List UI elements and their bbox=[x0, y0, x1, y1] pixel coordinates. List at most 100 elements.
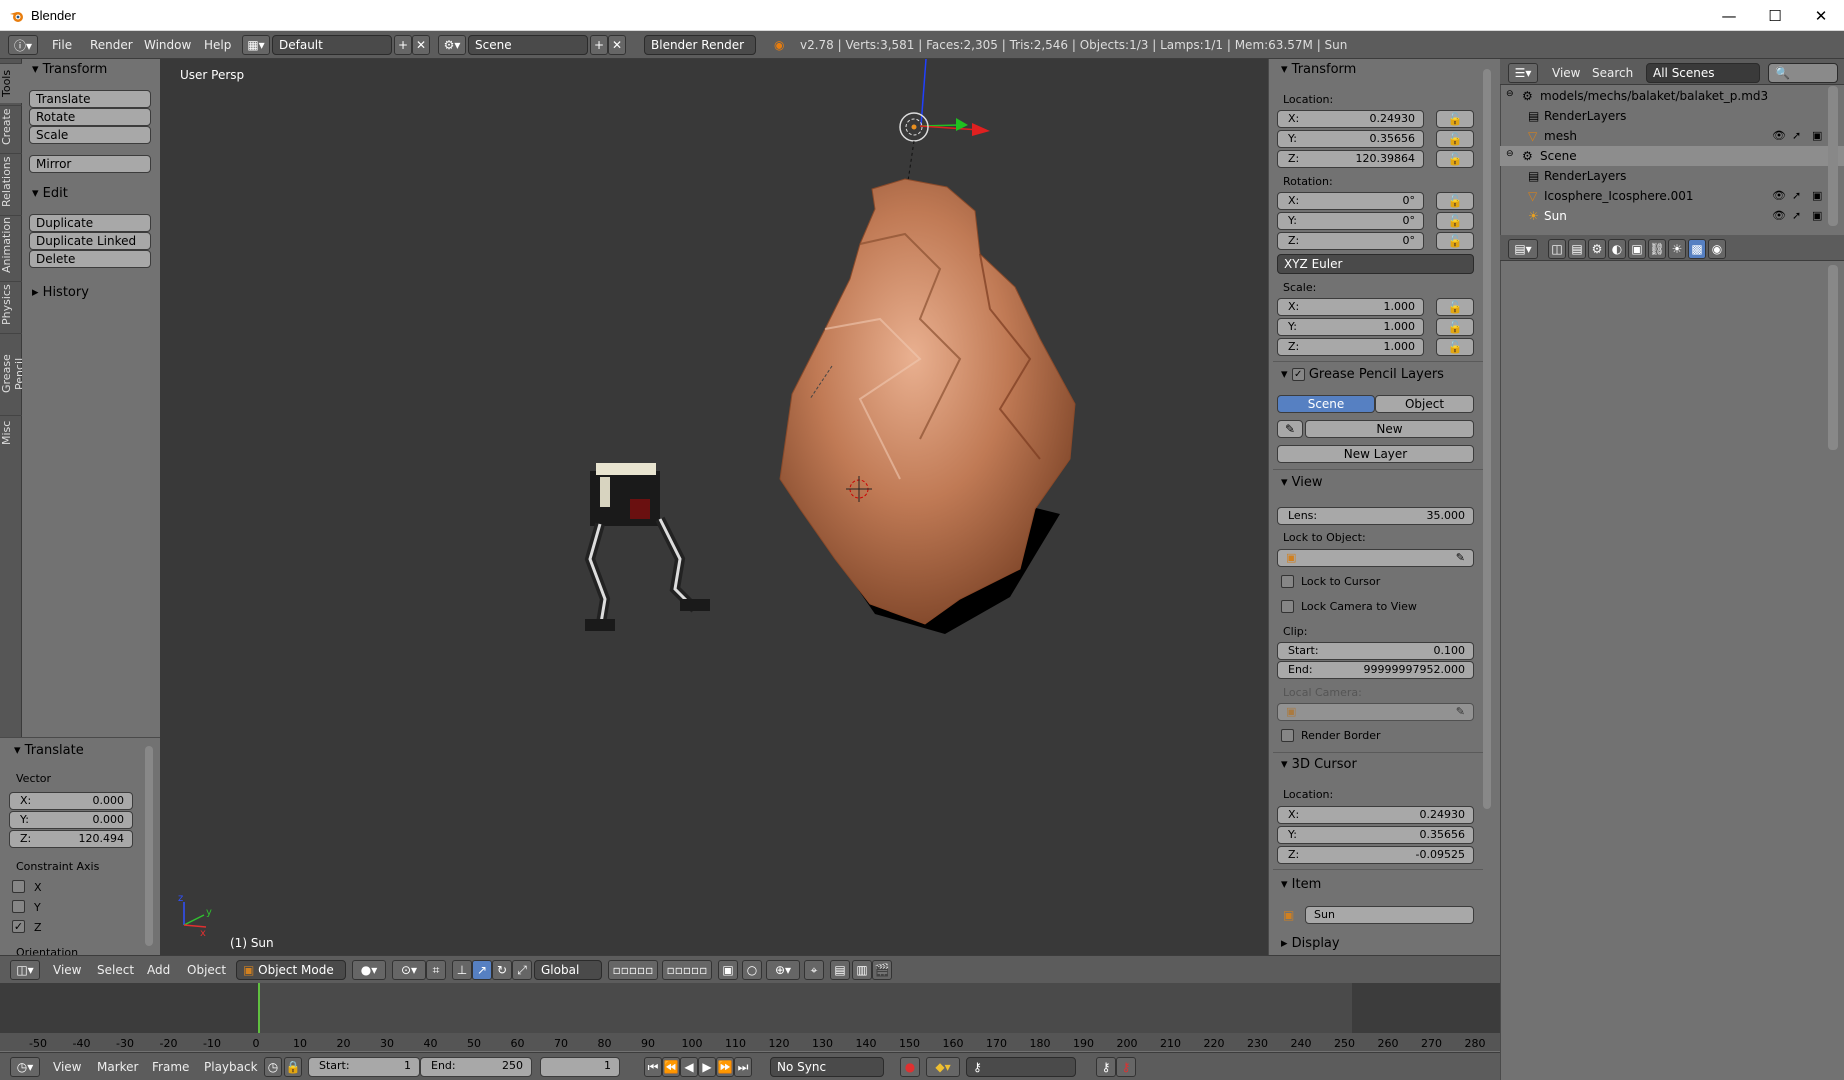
lock-location-z-icon[interactable]: 🔓 bbox=[1436, 150, 1474, 168]
render-engine-dropdown[interactable]: Blender Render bbox=[644, 35, 756, 55]
lock-camera-checkbox[interactable] bbox=[1281, 600, 1294, 613]
menu-object[interactable]: Object bbox=[187, 963, 226, 977]
transform-panel-header[interactable]: ▾ Transform bbox=[32, 62, 107, 77]
editor-type-info-icon[interactable]: ⓘ▾ bbox=[8, 35, 38, 55]
constraints-tab-icon[interactable]: ⛓ bbox=[1648, 239, 1666, 259]
lock-scale-y-icon[interactable]: 🔓 bbox=[1436, 318, 1474, 336]
keying-set-field[interactable]: ⚷ bbox=[966, 1057, 1076, 1077]
outliner-scrollbar[interactable] bbox=[1828, 86, 1838, 226]
view-panel-header[interactable]: ▾ View bbox=[1281, 475, 1323, 490]
mirror-button[interactable]: Mirror bbox=[29, 155, 151, 173]
sync-mode-dropdown[interactable]: No Sync bbox=[770, 1057, 884, 1077]
duplicate-button[interactable]: Duplicate bbox=[29, 214, 151, 232]
mode-dropdown[interactable]: ▣ Object Mode bbox=[236, 960, 346, 980]
location-z-field[interactable]: Z: 120.39864 bbox=[1277, 150, 1424, 168]
lock-rotation-z-icon[interactable]: 🔓 bbox=[1436, 232, 1474, 250]
scene-field[interactable]: Scene bbox=[468, 35, 588, 55]
outliner-row-renderlayers[interactable]: ▤ RenderLayers bbox=[1500, 106, 1844, 126]
gp-pencil-icon[interactable]: ✎ bbox=[1277, 420, 1303, 438]
cursor-z-field[interactable]: Z: -0.09525 bbox=[1277, 846, 1474, 864]
insert-keyframe-icon[interactable]: ⚷ bbox=[1096, 1057, 1116, 1077]
menu-add[interactable]: Add bbox=[147, 963, 170, 977]
screen-layout-icon[interactable]: ▦▾ bbox=[242, 35, 270, 55]
timeline-menu-view[interactable]: View bbox=[53, 1060, 81, 1074]
rotate-button[interactable]: Rotate bbox=[29, 108, 151, 126]
keying-set-icon[interactable]: ◆▾ bbox=[926, 1057, 960, 1077]
outliner-view-menu[interactable]: View bbox=[1552, 66, 1580, 80]
translate-manipulator-icon[interactable]: ↗ bbox=[472, 960, 492, 980]
properties-scrollbar[interactable] bbox=[1828, 265, 1838, 450]
outliner-row-scene[interactable]: ⊖ ⚙ Scene bbox=[1500, 146, 1844, 166]
lock-location-x-icon[interactable]: 🔓 bbox=[1436, 110, 1474, 128]
outliner-search-input[interactable]: 🔍 bbox=[1768, 63, 1838, 83]
lock-layers-icon[interactable]: ▣ bbox=[718, 960, 738, 980]
local-camera-field[interactable]: ▣ ✎ bbox=[1277, 703, 1474, 721]
next-keyframe-icon[interactable]: ⏩ bbox=[716, 1057, 734, 1077]
jump-end-icon[interactable]: ⏭ bbox=[734, 1057, 752, 1077]
tab-relations[interactable]: Relations bbox=[0, 153, 22, 213]
menu-file[interactable]: File bbox=[52, 38, 72, 52]
operator-scrollbar[interactable] bbox=[145, 746, 153, 946]
lens-field[interactable]: Lens: 35.000 bbox=[1277, 507, 1474, 525]
tab-misc[interactable]: Misc bbox=[0, 415, 22, 451]
constraint-x-checkbox[interactable] bbox=[12, 880, 25, 893]
world-tab-icon[interactable]: ◐ bbox=[1608, 239, 1626, 259]
menu-help[interactable]: Help bbox=[204, 38, 231, 52]
lock-object-field[interactable]: ▣ ✎ bbox=[1277, 549, 1474, 567]
lock-scale-x-icon[interactable]: 🔓 bbox=[1436, 298, 1474, 316]
frame-start-field[interactable]: Start: 1 bbox=[308, 1057, 420, 1077]
jump-start-icon[interactable]: ⏮ bbox=[644, 1057, 662, 1077]
lock-location-y-icon[interactable]: 🔓 bbox=[1436, 130, 1474, 148]
screen-layout-field[interactable]: Default bbox=[272, 35, 392, 55]
lock-rotation-y-icon[interactable]: 🔓 bbox=[1436, 212, 1474, 230]
scale-z-field[interactable]: Z: 1.000 bbox=[1277, 338, 1424, 356]
editor-type-outliner-icon[interactable]: ☰▾ bbox=[1508, 63, 1538, 83]
tab-create[interactable]: Create bbox=[0, 105, 22, 151]
render-border-checkbox[interactable] bbox=[1281, 729, 1294, 742]
render-tab-icon[interactable]: ◫ bbox=[1548, 239, 1566, 259]
rotation-y-field[interactable]: Y: 0° bbox=[1277, 212, 1424, 230]
editor-type-timeline-icon[interactable]: ◷▾ bbox=[10, 1057, 40, 1077]
operator-x-field[interactable]: X: 0.000 bbox=[9, 792, 133, 810]
layers-grid-a-icon[interactable]: ▫▫▫▫▫ bbox=[608, 960, 658, 980]
object-tab-icon[interactable]: ▣ bbox=[1628, 239, 1646, 259]
scene-icon[interactable]: ⚙▾ bbox=[438, 35, 466, 55]
orientation-dropdown[interactable]: Global bbox=[534, 960, 602, 980]
display-panel-header[interactable]: ▸ Display bbox=[1281, 936, 1340, 951]
location-x-field[interactable]: X: 0.24930 bbox=[1277, 110, 1424, 128]
snap-grid-icon[interactable]: ⌗ bbox=[426, 960, 446, 980]
menu-window[interactable]: Window bbox=[144, 38, 191, 52]
operator-z-field[interactable]: Z: 120.494 bbox=[9, 830, 133, 848]
lock-to-cursor-checkbox[interactable] bbox=[1281, 575, 1294, 588]
tab-tools[interactable]: Tools bbox=[0, 63, 22, 103]
outliner-row-sun[interactable]: ☀ Sun 👁 ➚ ▣ bbox=[1500, 206, 1844, 226]
proportional-edit-icon[interactable]: ○ bbox=[742, 960, 762, 980]
snap-element-icon[interactable]: ⊕▾ bbox=[766, 960, 800, 980]
constraint-z-checkbox[interactable]: ✓ bbox=[12, 920, 25, 933]
minimize-button[interactable]: — bbox=[1706, 0, 1752, 31]
rotation-x-field[interactable]: X: 0° bbox=[1277, 192, 1424, 210]
scale-x-field[interactable]: X: 1.000 bbox=[1277, 298, 1424, 316]
scale-button[interactable]: Scale bbox=[29, 126, 151, 144]
delete-scene-icon[interactable]: ✕ bbox=[608, 35, 626, 55]
translate-button[interactable]: Translate bbox=[29, 90, 151, 108]
n-transform-header[interactable]: ▾ Transform bbox=[1281, 62, 1356, 77]
clip-start-field[interactable]: Start: 0.100 bbox=[1277, 642, 1474, 660]
opengl-anim-icon[interactable]: ▥ bbox=[852, 960, 872, 980]
outliner-row-renderlayers-2[interactable]: ▤ RenderLayers bbox=[1500, 166, 1844, 186]
item-name-field[interactable]: Sun bbox=[1305, 906, 1474, 924]
rotation-mode-dropdown[interactable]: XYZ Euler bbox=[1277, 254, 1474, 274]
history-panel-header[interactable]: ▸ History bbox=[32, 285, 89, 300]
duplicate-linked-button[interactable]: Duplicate Linked bbox=[29, 232, 151, 250]
operator-title[interactable]: ▾ Translate bbox=[14, 743, 84, 758]
manipulator-toggle-icon[interactable]: ⊥ bbox=[452, 960, 472, 980]
delete-keyframe-icon[interactable]: ⚷ bbox=[1116, 1057, 1136, 1077]
preview-range-icon[interactable]: ◷ bbox=[264, 1057, 282, 1077]
menu-render[interactable]: Render bbox=[90, 38, 133, 52]
tab-animation[interactable]: Animation bbox=[0, 215, 22, 279]
record-icon[interactable]: ● bbox=[900, 1057, 920, 1077]
gp-new-button[interactable]: New bbox=[1305, 420, 1474, 438]
opengl-render-icon[interactable]: ▤ bbox=[830, 960, 850, 980]
clip-end-field[interactable]: End: 99999997952.000 bbox=[1277, 661, 1474, 679]
timeline-menu-marker[interactable]: Marker bbox=[97, 1060, 138, 1074]
